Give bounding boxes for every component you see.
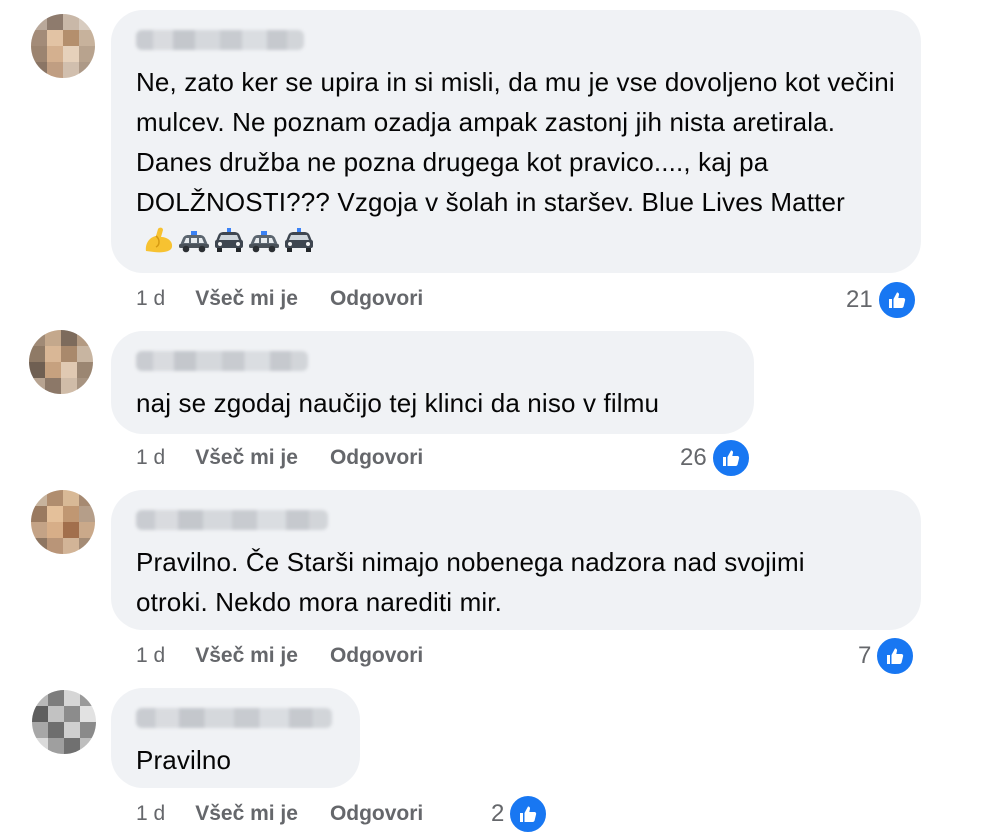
author-name-blurred[interactable] bbox=[136, 30, 304, 50]
reaction-count: 26 bbox=[680, 444, 707, 471]
like-button[interactable]: Všeč mi je bbox=[195, 287, 298, 311]
reaction-count: 7 bbox=[858, 642, 872, 669]
comment-actions: 1 d Všeč mi je Odgovori bbox=[136, 642, 455, 670]
comment-timestamp[interactable]: 1 d bbox=[136, 287, 165, 311]
comment-timestamp[interactable]: 1 d bbox=[136, 802, 165, 826]
like-reaction-icon bbox=[875, 636, 916, 676]
comment-bubble: Pravilno. Če Starši nimajo nobenega nadz… bbox=[111, 490, 921, 630]
police-car-icon bbox=[249, 231, 279, 253]
avatar[interactable] bbox=[31, 14, 95, 78]
like-button[interactable]: Všeč mi je bbox=[195, 446, 298, 470]
oncoming-police-car-icon bbox=[285, 228, 313, 252]
comment-text: Pravilno bbox=[136, 745, 232, 775]
comment-bubble: Ne, zato ker se upira in si misli, da mu… bbox=[111, 10, 921, 273]
like-reaction-icon bbox=[710, 438, 751, 478]
reaction-count: 21 bbox=[846, 286, 873, 313]
author-name-blurred[interactable] bbox=[136, 351, 308, 371]
comment-bubble: naj se zgodaj naučijo tej klinci da niso… bbox=[111, 331, 754, 434]
reply-button[interactable]: Odgovori bbox=[330, 287, 423, 311]
comment-text: naj se zgodaj naučijo tej klinci da niso… bbox=[136, 388, 660, 418]
author-name-blurred[interactable] bbox=[136, 510, 328, 530]
reply-button[interactable]: Odgovori bbox=[330, 644, 423, 668]
avatar[interactable] bbox=[29, 330, 93, 394]
reply-button[interactable]: Odgovori bbox=[330, 802, 423, 826]
comment-actions: 1 d Všeč mi je Odgovori bbox=[136, 444, 455, 472]
like-button[interactable]: Všeč mi je bbox=[195, 644, 298, 668]
oncoming-police-car-icon bbox=[215, 228, 243, 252]
like-reaction-icon bbox=[876, 280, 917, 320]
avatar[interactable] bbox=[32, 690, 96, 754]
like-button[interactable]: Všeč mi je bbox=[195, 802, 298, 826]
flexed-biceps-icon bbox=[145, 227, 173, 253]
reaction-summary[interactable]: 2 bbox=[491, 794, 549, 834]
comment-actions: 1 d Všeč mi je Odgovori bbox=[136, 800, 455, 828]
comment-bubble: Pravilno bbox=[111, 688, 360, 788]
comment-timestamp[interactable]: 1 d bbox=[136, 644, 165, 668]
reply-button[interactable]: Odgovori bbox=[330, 446, 423, 470]
comment-text: Pravilno. Če Starši nimajo nobenega nadz… bbox=[136, 547, 805, 617]
reaction-summary[interactable]: 7 bbox=[858, 636, 916, 676]
comment-actions: 1 d Všeč mi je Odgovori bbox=[136, 285, 455, 313]
reaction-count: 2 bbox=[491, 800, 505, 827]
police-car-icon bbox=[179, 231, 209, 253]
avatar[interactable] bbox=[31, 490, 95, 554]
comment-timestamp[interactable]: 1 d bbox=[136, 446, 165, 470]
reaction-summary[interactable]: 26 bbox=[680, 438, 751, 478]
like-reaction-icon bbox=[508, 794, 549, 834]
reaction-summary[interactable]: 21 bbox=[846, 280, 917, 320]
author-name-blurred[interactable] bbox=[136, 708, 332, 728]
emoji-group bbox=[142, 225, 316, 255]
comment-text: Ne, zato ker se upira in si misli, da mu… bbox=[136, 62, 897, 262]
